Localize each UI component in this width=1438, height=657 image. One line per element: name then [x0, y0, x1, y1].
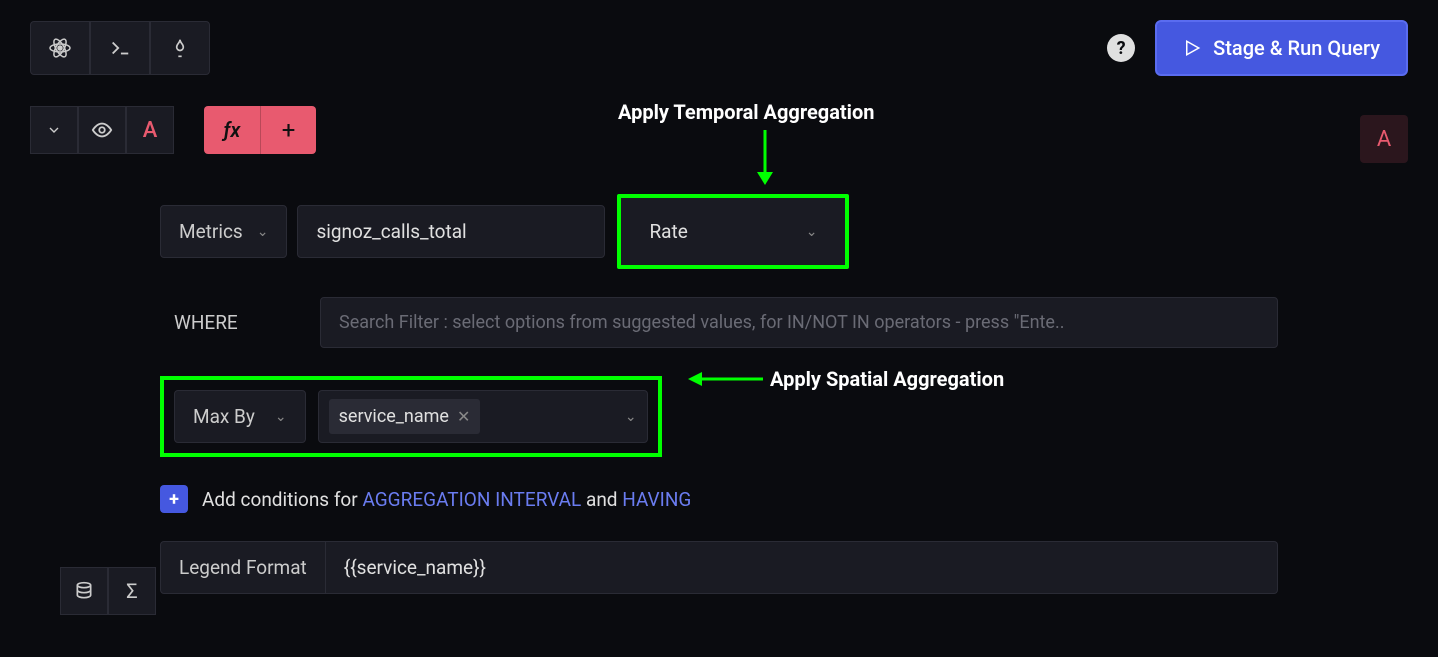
temporal-agg-value: Rate	[649, 220, 687, 243]
chevron-down-icon: ⌄	[257, 224, 269, 240]
query-letter-badge: A	[126, 106, 174, 154]
metrics-row: Metrics ⌄ signoz_calls_total Rate ⌄	[160, 194, 1408, 269]
conditions-mid: and	[586, 488, 622, 511]
query-builder: A ƒx + Metrics ⌄ signoz_calls_total Rate…	[30, 106, 1408, 594]
toolbar-right-group: ? Stage & Run Query	[1107, 20, 1408, 76]
metrics-dropdown[interactable]: Metrics ⌄	[160, 205, 287, 258]
annotation-temporal: Apply Temporal Aggregation	[618, 100, 874, 124]
chevron-down-icon: ⌄	[806, 224, 818, 240]
remove-tag-icon[interactable]: ✕	[457, 407, 470, 426]
chevron-down-icon	[46, 122, 62, 138]
eye-icon	[91, 119, 113, 141]
terminal-icon-button[interactable]	[90, 21, 150, 75]
metric-name-input[interactable]: signoz_calls_total	[297, 205, 605, 258]
legend-row: Legend Format {{service_name}}	[160, 541, 1408, 594]
stage-run-query-button[interactable]: Stage & Run Query	[1155, 20, 1408, 76]
visibility-toggle[interactable]	[78, 106, 126, 154]
tag-label: service_name	[339, 406, 449, 427]
play-icon	[1183, 39, 1201, 57]
chevron-down-icon: ⌄	[625, 409, 637, 425]
where-filter-input[interactable]: Search Filter : select options from sugg…	[320, 297, 1278, 348]
terminal-icon	[109, 37, 131, 59]
toolbar-left-group	[30, 21, 210, 75]
metrics-label: Metrics	[179, 220, 243, 243]
aggregation-interval-link[interactable]: AGGREGATION INTERVAL	[362, 488, 581, 511]
spatial-aggregation-select[interactable]: Max By ⌄	[174, 390, 306, 443]
legend-format-input[interactable]: {{service_name}}	[326, 541, 1278, 594]
chevron-down-icon: ⌄	[275, 409, 287, 425]
arrow-left-icon	[688, 367, 763, 391]
database-icon	[74, 581, 94, 601]
flame-icon-button[interactable]	[150, 21, 210, 75]
add-conditions-button[interactable]: +	[160, 485, 188, 513]
collapse-button[interactable]	[30, 106, 78, 154]
conditions-prefix: Add conditions for	[202, 488, 362, 511]
function-add-group: ƒx +	[204, 106, 316, 154]
atom-icon-button[interactable]	[30, 21, 90, 75]
spatial-aggregation-group: Max By ⌄ service_name ✕ ⌄	[160, 376, 662, 457]
having-link[interactable]: HAVING	[622, 488, 691, 511]
function-button[interactable]: ƒx	[204, 106, 260, 154]
conditions-row: + Add conditions for AGGREGATION INTERVA…	[160, 485, 1408, 513]
bottom-toolbar: Σ	[60, 567, 156, 615]
where-row: WHERE Search Filter : select options fro…	[160, 297, 1408, 348]
temporal-aggregation-select[interactable]: Rate ⌄	[617, 194, 849, 269]
top-toolbar: ? Stage & Run Query	[0, 0, 1438, 96]
atom-icon	[48, 36, 72, 60]
help-icon[interactable]: ?	[1107, 34, 1135, 62]
add-function-button[interactable]: +	[260, 106, 316, 154]
arrow-down-icon	[750, 130, 780, 185]
legend-format-label: Legend Format	[160, 541, 326, 594]
groupby-tags-input[interactable]: service_name ✕ ⌄	[318, 390, 648, 443]
conditions-text: Add conditions for AGGREGATION INTERVAL …	[202, 488, 691, 511]
sigma-icon-button[interactable]: Σ	[108, 567, 156, 615]
flame-icon	[170, 37, 190, 59]
groupby-tag-chip: service_name ✕	[329, 399, 481, 434]
run-button-label: Stage & Run Query	[1213, 36, 1380, 60]
database-icon-button[interactable]	[60, 567, 108, 615]
where-label: WHERE	[160, 311, 320, 334]
spatial-agg-value: Max By	[193, 405, 255, 428]
annotation-spatial: Apply Spatial Aggregation	[770, 367, 1004, 391]
